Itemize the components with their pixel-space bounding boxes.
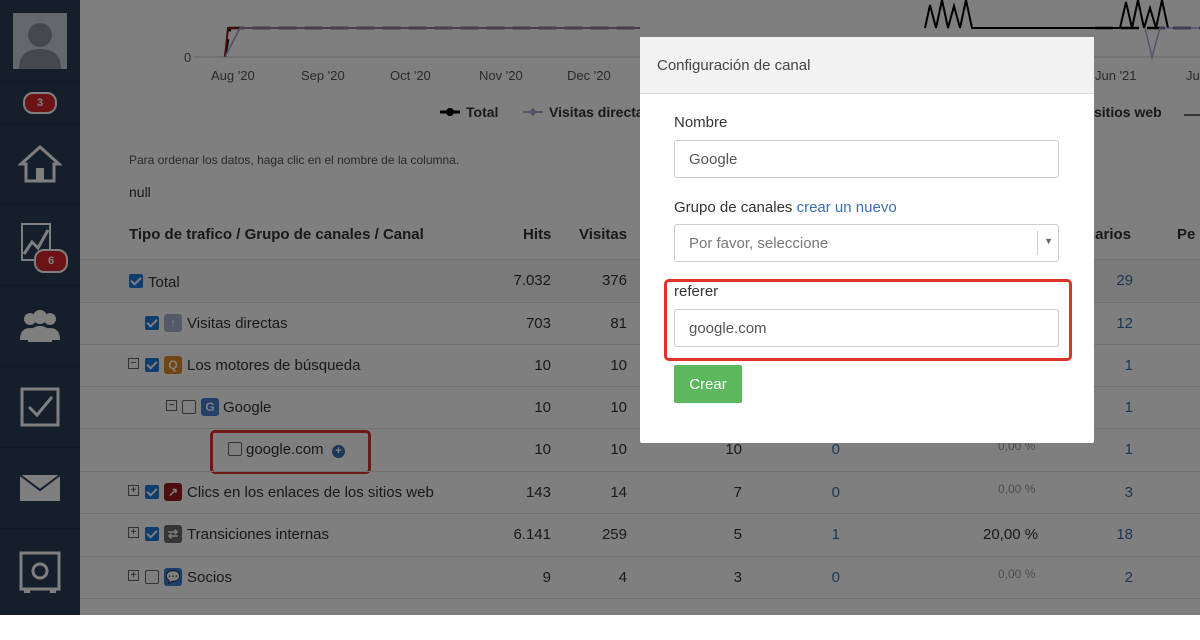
channel-config-dialog: Configuración de canal Nombre Google Gru… [640,37,1094,443]
nombre-input[interactable]: Google [674,140,1059,178]
grupo-placeholder: Por favor, seleccione [689,234,829,252]
nombre-value: Google [689,150,738,168]
grupo-label-text: Grupo de canales [674,199,793,216]
crear-button[interactable]: Crear [674,365,742,403]
select-divider [1037,231,1038,255]
create-new-group-link[interactable]: crear un nuevo [797,199,897,216]
dialog-header: Configuración de canal [640,37,1094,94]
dialog-title: Configuración de canal [657,56,811,74]
grupo-label: Grupo de canales crear un nuevo [674,199,897,216]
referer-highlight [664,279,1072,361]
nombre-label: Nombre [674,114,728,131]
grupo-select[interactable]: Por favor, seleccione ▼ [674,224,1059,262]
chevron-down-icon: ▼ [1044,236,1053,246]
